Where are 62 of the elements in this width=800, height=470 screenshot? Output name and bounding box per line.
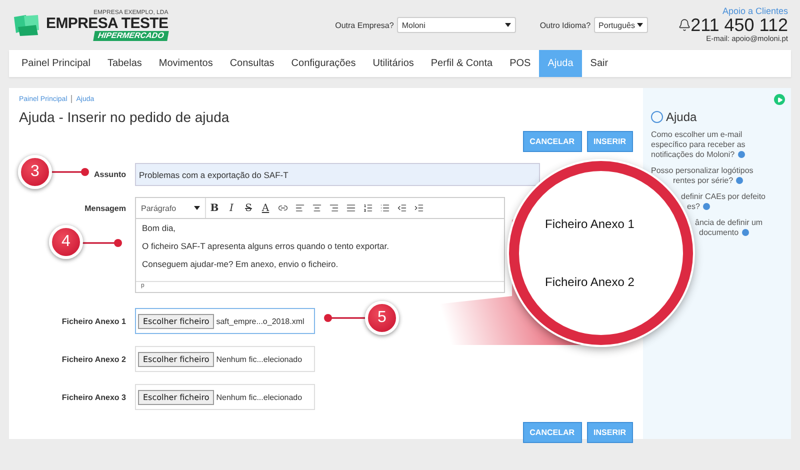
- help-link[interactable]: rentes por série?: [673, 176, 734, 185]
- subject-field[interactable]: Problemas com a exportação do SAF-T: [135, 163, 540, 186]
- numbered-list-icon[interactable]: [362, 203, 372, 213]
- align-center-icon[interactable]: [312, 203, 322, 213]
- outdent-icon[interactable]: [396, 203, 406, 213]
- file-field[interactable]: Escolher ficheiro saft_empre...o_2018.xml: [135, 308, 315, 334]
- help-title: Ajuda: [666, 110, 697, 124]
- help-link[interactable]: Posso personalizar logótipos: [651, 166, 754, 175]
- format-tool[interactable]: A: [257, 202, 274, 214]
- company-name: EMPRESA TESTE: [46, 16, 168, 30]
- company-select[interactable]: Moloni: [396, 17, 516, 33]
- company-select-label: Outra Empresa?: [335, 20, 394, 30]
- nav-tab[interactable]: Consultas: [221, 50, 283, 77]
- subject-label: Assunto: [94, 170, 126, 179]
- message-label: Mensagem: [84, 204, 126, 213]
- nav-tab[interactable]: Utilitários: [364, 50, 422, 77]
- indent-icon[interactable]: [414, 203, 424, 213]
- file-field[interactable]: Escolher ficheiro Nenhum fic...elecionado: [135, 346, 315, 372]
- nav-tab[interactable]: Sair: [582, 50, 617, 77]
- align-right-icon[interactable]: [328, 203, 338, 213]
- bell-icon[interactable]: [678, 18, 691, 32]
- file-field[interactable]: Escolher ficheiro Nenhum fic...elecionado: [135, 384, 315, 410]
- help-link[interactable]: específico para receber as: [651, 140, 746, 149]
- language-select[interactable]: Português: [594, 17, 648, 33]
- message-text: Conseguem ajudar-me? Em anexo, envio o ficheiro.: [142, 259, 338, 269]
- page-title: Ajuda - Inserir no pedido de ajuda: [19, 109, 230, 125]
- message-text: O ficheiro SAF-T apresenta alguns erros quando o tento exportar.: [142, 241, 389, 251]
- file-name: saft_empre...o_2018.xml: [216, 316, 304, 326]
- choose-file-button[interactable]: Escolher ficheiro: [138, 314, 214, 328]
- choose-file-button[interactable]: Escolher ficheiro: [138, 352, 214, 366]
- file-name: Nenhum fic...elecionado: [216, 354, 302, 364]
- help-link[interactable]: definir CAEs por defeito: [681, 192, 766, 201]
- nav-tab[interactable]: Perfil & Conta: [422, 50, 502, 77]
- nav-tab[interactable]: Movimentos: [150, 50, 222, 77]
- help-link[interactable]: ância de definir um: [695, 218, 763, 227]
- help-link[interactable]: es?: [687, 202, 700, 211]
- nav-tab[interactable]: Painel Principal: [13, 50, 99, 77]
- attachment-label: Ficheiro Anexo 1: [62, 316, 126, 326]
- message-text: Bom dia,: [142, 223, 176, 233]
- nav-tab[interactable]: Configurações: [282, 50, 364, 77]
- magnified-label: Ficheiro Anexo 1: [545, 217, 634, 231]
- align-left-icon[interactable]: [294, 203, 304, 213]
- help-link[interactable]: Como escolher um e-mail: [651, 130, 742, 139]
- attachment-label: Ficheiro Anexo 3: [62, 392, 126, 402]
- support-phone: 211 450 112: [690, 16, 788, 36]
- format-tool[interactable]: I: [223, 202, 240, 214]
- format-select[interactable]: Parágrafo: [136, 198, 206, 218]
- nav-tab[interactable]: POS: [501, 50, 540, 77]
- format-tool[interactable]: S: [240, 202, 257, 214]
- link-icon[interactable]: [278, 203, 288, 213]
- help-link[interactable]: documento: [699, 228, 739, 237]
- format-tool[interactable]: B: [206, 202, 223, 214]
- company-tag: HIPERMERCADO: [94, 30, 170, 40]
- attachment-label: Ficheiro Anexo 2: [62, 354, 126, 364]
- language-select-label: Outro Idioma?: [540, 20, 591, 30]
- help-link[interactable]: notificações do Moloni?: [651, 150, 735, 159]
- nav-tab[interactable]: Tabelas: [98, 50, 150, 77]
- logo-icon: [12, 13, 42, 37]
- file-name: Nenhum fic...elecionado: [216, 392, 302, 402]
- magnified-label: Ficheiro Anexo 2: [545, 275, 634, 289]
- choose-file-button[interactable]: Escolher ficheiro: [138, 390, 214, 404]
- align-justify-icon[interactable]: [346, 203, 356, 213]
